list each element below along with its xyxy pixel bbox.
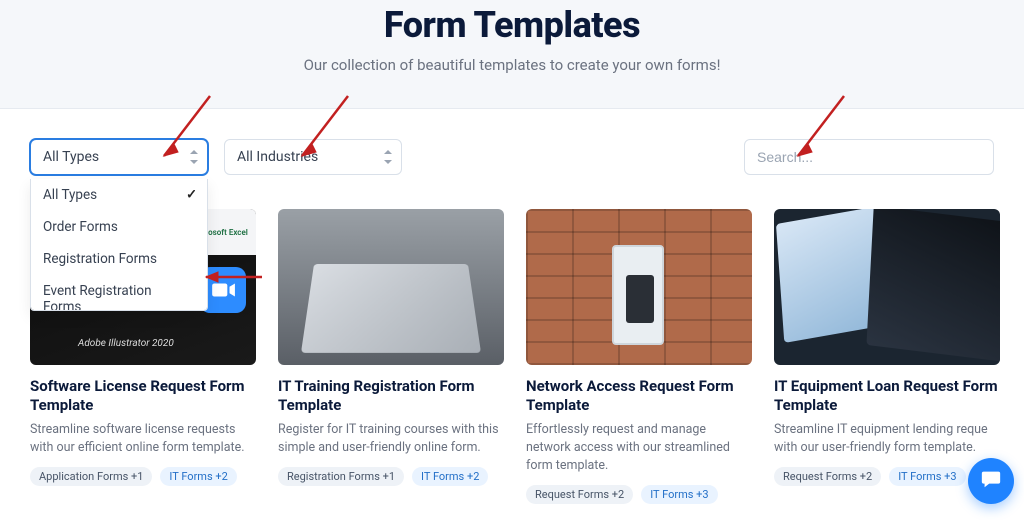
- template-title: Software License Request Form Template: [30, 377, 256, 415]
- type-option-all[interactable]: All Types: [31, 179, 207, 211]
- tag-chip[interactable]: Application Forms +1: [30, 467, 152, 486]
- type-option-registration[interactable]: Registration Forms: [31, 243, 207, 275]
- tag-chip[interactable]: IT Forms +3: [641, 485, 717, 504]
- industry-select-wrap: All Industries: [224, 139, 402, 175]
- chat-icon: [980, 468, 1002, 494]
- search-input[interactable]: [744, 139, 994, 175]
- template-desc: Streamline software license requests wit…: [30, 421, 256, 457]
- type-select-value: All Types: [43, 149, 99, 165]
- page-subtitle: Our collection of beautiful templates to…: [0, 56, 1024, 74]
- template-card[interactable]: Network Access Request Form Template Eff…: [526, 209, 752, 504]
- tag-chip[interactable]: Request Forms +2: [774, 467, 881, 486]
- template-desc: Register for IT training courses with th…: [278, 421, 504, 457]
- template-tags: Application Forms +1 IT Forms +2: [30, 467, 256, 486]
- industry-select-value: All Industries: [237, 149, 318, 165]
- template-desc: Effortlessly request and manage network …: [526, 421, 752, 475]
- type-option-order[interactable]: Order Forms: [31, 211, 207, 243]
- template-card[interactable]: IT Equipment Loan Request Form Template …: [774, 209, 1000, 504]
- page-title: Form Templates: [0, 4, 1024, 46]
- template-thumbnail: [278, 209, 504, 365]
- tag-chip[interactable]: IT Forms +2: [160, 467, 236, 486]
- template-title: IT Training Registration Form Template: [278, 377, 504, 415]
- template-thumbnail: [774, 209, 1000, 365]
- tag-chip[interactable]: Request Forms +2: [526, 485, 633, 504]
- tag-chip[interactable]: IT Forms +3: [889, 467, 965, 486]
- excel-icon: osoft Excel: [200, 209, 256, 255]
- type-select-wrap: All Types All Types Order Forms Registra…: [30, 139, 208, 175]
- type-select[interactable]: All Types: [30, 139, 208, 175]
- type-dropdown: All Types Order Forms Registration Forms…: [30, 179, 208, 311]
- tag-chip[interactable]: Registration Forms +1: [278, 467, 404, 486]
- template-card[interactable]: IT Training Registration Form Template R…: [278, 209, 504, 504]
- thumb-caption: Adobe Illustrator 2020: [78, 338, 174, 349]
- template-thumbnail: [526, 209, 752, 365]
- template-desc: Streamline IT equipment lending reque wi…: [774, 421, 1000, 457]
- type-option-event-registration[interactable]: Event Registration Forms: [31, 275, 207, 311]
- industry-select[interactable]: All Industries: [224, 139, 402, 175]
- template-tags: Registration Forms +1 IT Forms +2: [278, 467, 504, 486]
- chat-button[interactable]: [968, 458, 1014, 504]
- template-tags: Request Forms +2 IT Forms +3: [526, 485, 752, 504]
- chevron-updown-icon: [189, 150, 199, 164]
- template-tags: Request Forms +2 IT Forms +3: [774, 467, 1000, 486]
- hero-section: Form Templates Our collection of beautif…: [0, 0, 1024, 109]
- template-title: IT Equipment Loan Request Form Template: [774, 377, 1000, 415]
- filter-bar: All Types All Types Order Forms Registra…: [0, 109, 1024, 175]
- template-title: Network Access Request Form Template: [526, 377, 752, 415]
- chevron-updown-icon: [383, 150, 393, 164]
- tag-chip[interactable]: IT Forms +2: [412, 467, 488, 486]
